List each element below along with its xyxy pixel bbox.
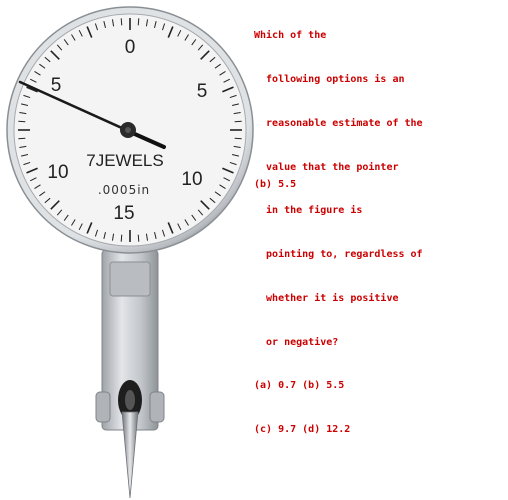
options-line-2: (c) 9.7 (d) 12.2 <box>254 424 351 436</box>
dial-tick <box>120 18 123 26</box>
dial-tick <box>137 234 140 242</box>
dial-number-15: 15 <box>113 203 134 224</box>
question-text: Which of the following options is an rea… <box>254 0 504 452</box>
dial-tick <box>234 137 242 140</box>
question-line: pointing to, regardless of <box>254 249 423 261</box>
dial-tick <box>137 18 140 26</box>
dial-tick <box>18 137 26 140</box>
brand-label: 7JEWELS <box>86 151 163 170</box>
dial-tick <box>120 234 123 242</box>
dial-number-10-right: 10 <box>181 169 202 190</box>
indicator-body <box>95 249 165 431</box>
question-line: reasonable estimate of the <box>254 117 423 129</box>
resolution-label: .0005in <box>98 183 150 197</box>
dial-number-5-left: 5 <box>51 75 62 96</box>
question-line: in the figure is <box>254 205 363 217</box>
contact-needle <box>121 411 139 499</box>
dial-number-10-left: 10 <box>47 162 68 183</box>
question-line: or negative? <box>254 336 339 348</box>
answer-text: (b) 5.5 <box>254 179 297 190</box>
dial-indicator-image: 0 5 5 10 10 15 7JEWELS .0005in <box>6 6 254 499</box>
options-line-1: (a) 0.7 (b) 5.5 <box>254 380 345 392</box>
dial-tick <box>18 120 26 123</box>
dial-number-5-right: 5 <box>197 81 208 102</box>
dial-number-0: 0 <box>125 37 136 58</box>
question-line: Which of the <box>254 30 327 42</box>
dial-tick <box>234 120 242 123</box>
question-line: whether it is positive <box>254 292 399 304</box>
question-line: following options is an <box>254 73 405 85</box>
question-line: value that the pointer <box>254 161 399 173</box>
